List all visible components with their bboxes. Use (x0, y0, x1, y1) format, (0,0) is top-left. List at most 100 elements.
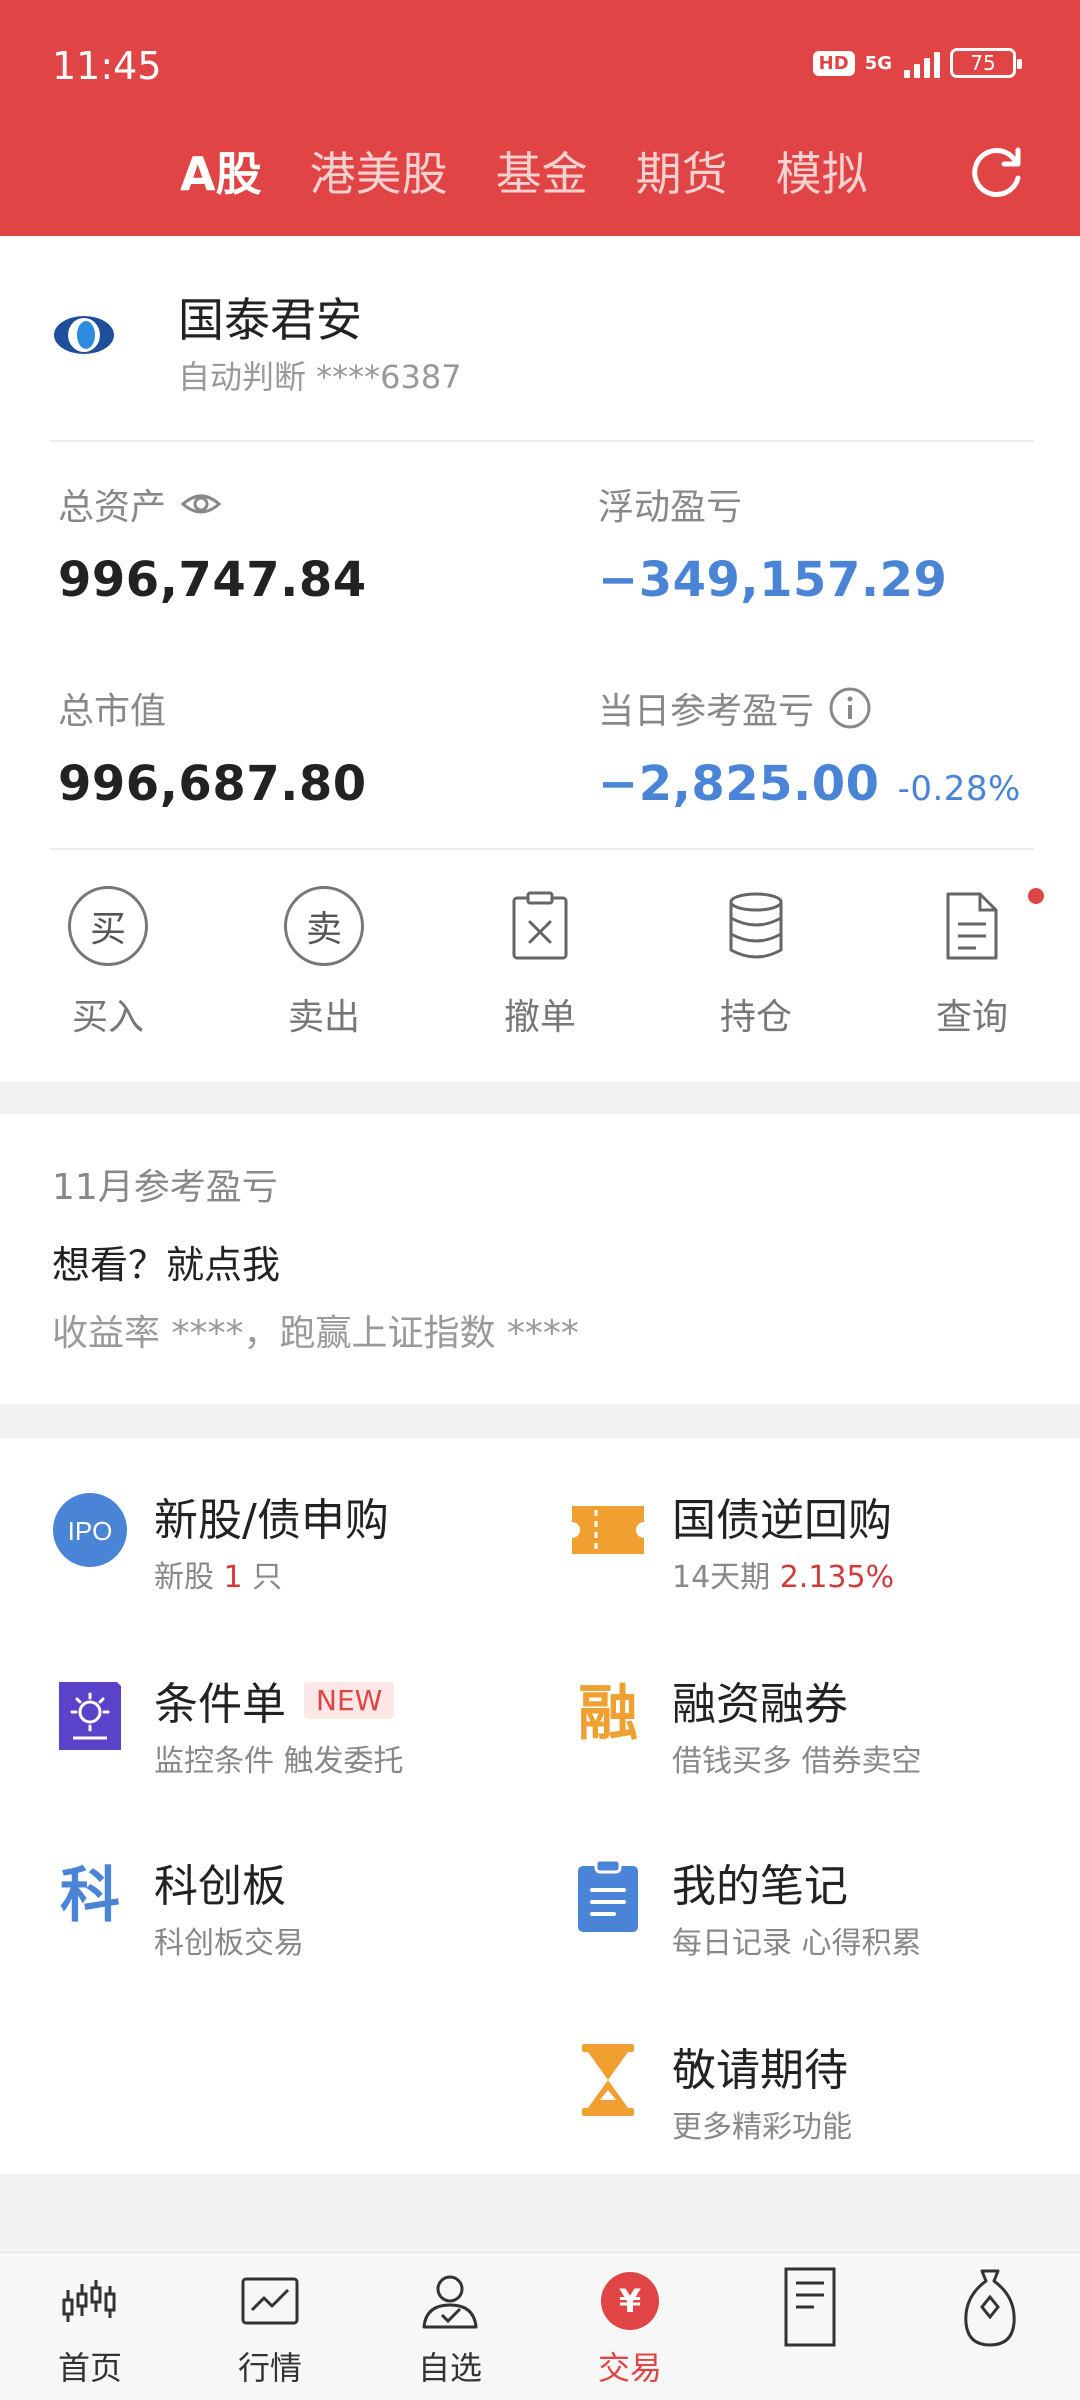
service-coming-soon[interactable]: 敬请期待 更多精彩功能 (570, 2034, 1080, 2164)
service-margin-title: 融资融券 (672, 1679, 848, 1730)
status-bar: 11:45 HD 5G 75 (0, 0, 1080, 130)
query-icon (946, 892, 998, 960)
nav-news[interactable] (720, 2253, 900, 2400)
service-reverse-repo-title: 国债逆回购 (672, 1495, 892, 1546)
ticket-icon (572, 1506, 644, 1554)
market-value-label-text: 总市值 (58, 691, 167, 732)
market-value-value: 996,687.80 (58, 756, 367, 812)
tab-a-shares[interactable]: A股 (180, 138, 262, 204)
cancel-order-icon (512, 891, 568, 960)
query-label: 查询 (935, 997, 1008, 1038)
notes-icon (578, 1858, 638, 1932)
service-star-market-title: 科创板 (154, 1861, 286, 1912)
nav-trade[interactable]: ¥ 交易 (540, 2253, 720, 2400)
tab-hk-us[interactable]: 港美股 (310, 138, 448, 204)
ipo-icon-text: IPO (68, 1516, 113, 1546)
trade-actions: 买 买入 卖 卖出 撤单 持仓 查询 (0, 876, 1080, 1046)
service-notes-sub: 每日记录 心得积累 (672, 1926, 922, 1961)
market-tabs: A股 港美股 基金 期货 模拟 (180, 138, 868, 204)
service-margin-sub: 借钱买多 借券卖空 (672, 1744, 922, 1779)
cancel-order-label: 撤单 (503, 997, 576, 1038)
eye-icon[interactable] (180, 490, 222, 518)
divider (50, 848, 1034, 850)
tab-simulation[interactable]: 模拟 (776, 138, 868, 204)
service-reverse-repo[interactable]: 国债逆回购 14天期 2.135% (570, 1484, 1080, 1614)
tab-funds[interactable]: 基金 (496, 138, 588, 204)
query-button[interactable]: 查询 (864, 876, 1080, 1046)
floating-pl-label-text: 浮动盈亏 (598, 487, 743, 528)
status-time: 11:45 (52, 44, 162, 88)
info-icon[interactable] (828, 686, 872, 730)
sell-icon: 卖 (284, 886, 364, 966)
star-market-icon: 科 (60, 1861, 120, 1931)
sell-button[interactable]: 卖 卖出 (216, 876, 432, 1046)
service-coming-soon-sub: 更多精彩功能 (672, 2110, 852, 2145)
buy-label: 买入 (71, 997, 144, 1038)
daily-pl-percent: -0.28% (897, 769, 1021, 809)
account-number: 自动判断 ****6387 (178, 358, 462, 396)
header: 11:45 HD 5G 75 A股 港美股 基金 期货 模拟 (0, 0, 1080, 236)
daily-pl-value: −2,825.00 (598, 756, 880, 812)
holdings-button[interactable]: 持仓 (648, 876, 864, 1046)
daily-pl-label-text: 当日参考盈亏 (598, 691, 815, 732)
service-notes-title: 我的笔记 (672, 1861, 848, 1912)
battery-icon: 75 (950, 48, 1022, 78)
service-ipo-title: 新股/债申购 (154, 1495, 389, 1546)
daily-pl-label: 当日参考盈亏 (598, 682, 872, 734)
service-conditional-order-sub: 监控条件 触发委托 (154, 1744, 404, 1779)
services-grid: IPO 新股/债申购 新股 1 只 国债逆回购 14天期 2.135% 条件单 (0, 1438, 1080, 2174)
nav-home[interactable]: 首页 (0, 2253, 180, 2400)
service-star-market[interactable]: 科 科创板 科创板交易 (52, 1850, 572, 1980)
service-ipo[interactable]: IPO 新股/债申购 新股 1 只 (52, 1484, 572, 1614)
service-notes[interactable]: 我的笔记 每日记录 心得积累 (570, 1850, 1080, 1980)
nav-wealth[interactable] (900, 2253, 1080, 2400)
service-margin-trading[interactable]: 融 融资融券 借钱买多 借券卖空 (570, 1668, 1080, 1798)
nav-watchlist[interactable]: 自选 (360, 2253, 540, 2400)
market-icon (241, 2277, 299, 2325)
service-coming-soon-title: 敬请期待 (672, 2045, 848, 2096)
battery-level: 75 (970, 51, 996, 75)
total-assets-label-text: 总资产 (58, 487, 167, 528)
service-reverse-repo-sub: 14天期 2.135% (672, 1560, 895, 1595)
total-assets-label: 总资产 (58, 478, 222, 530)
nav-watchlist-label: 自选 (417, 2349, 482, 2387)
tab-futures[interactable]: 期货 (636, 138, 728, 204)
buy-icon: 买 (68, 886, 148, 966)
sell-label: 卖出 (287, 997, 360, 1038)
nav-trade-label: 交易 (597, 2349, 662, 2387)
divider (50, 440, 1034, 442)
cancel-order-button[interactable]: 撤单 (432, 876, 648, 1046)
monthly-pl-title: 11月参考盈亏 (52, 1167, 278, 1208)
nav-home-label: 首页 (57, 2349, 122, 2387)
total-assets-value: 996,747.84 (58, 552, 367, 608)
buy-button[interactable]: 买 买入 (0, 876, 216, 1046)
floating-pl-label: 浮动盈亏 (598, 478, 742, 530)
conditional-order-icon (59, 1682, 121, 1750)
news-icon (784, 2267, 836, 2347)
service-ipo-sub: 新股 1 只 (154, 1560, 283, 1595)
monthly-pl-cta[interactable]: 想看？就点我 (52, 1234, 280, 1289)
holdings-label: 持仓 (719, 997, 792, 1038)
service-conditional-order-title: 条件单 (154, 1679, 286, 1730)
bottom-nav: 首页 行情 自选 ¥ 交易 (0, 2252, 1080, 2400)
holdings-icon (729, 892, 783, 959)
margin-icon: 融 (578, 1679, 638, 1749)
nav-market[interactable]: 行情 (180, 2253, 360, 2400)
nav-market-label: 行情 (237, 2349, 302, 2387)
daily-pl-row: −2,825.00 -0.28% (598, 756, 1021, 812)
broker-logo-icon[interactable] (52, 314, 116, 356)
hourglass-icon (582, 2044, 634, 2116)
watchlist-icon (422, 2275, 478, 2329)
notification-dot (1028, 888, 1044, 904)
market-value-label: 总市值 (58, 682, 166, 734)
hd-icon: HD (812, 50, 855, 76)
ipo-icon: IPO (53, 1493, 127, 1567)
home-chart-icon (62, 2280, 116, 2322)
new-badge: NEW (304, 1681, 395, 1719)
broker-name[interactable]: 国泰君安 (178, 284, 362, 350)
service-conditional-order[interactable]: 条件单 NEW 监控条件 触发委托 (52, 1668, 572, 1798)
monthly-pl-card[interactable]: 11月参考盈亏 想看？就点我 收益率 ****，跑赢上证指数 **** (0, 1114, 1080, 1404)
service-star-market-sub: 科创板交易 (154, 1926, 304, 1961)
refresh-icon[interactable] (966, 142, 1026, 202)
floating-pl-value: −349,157.29 (598, 552, 948, 608)
